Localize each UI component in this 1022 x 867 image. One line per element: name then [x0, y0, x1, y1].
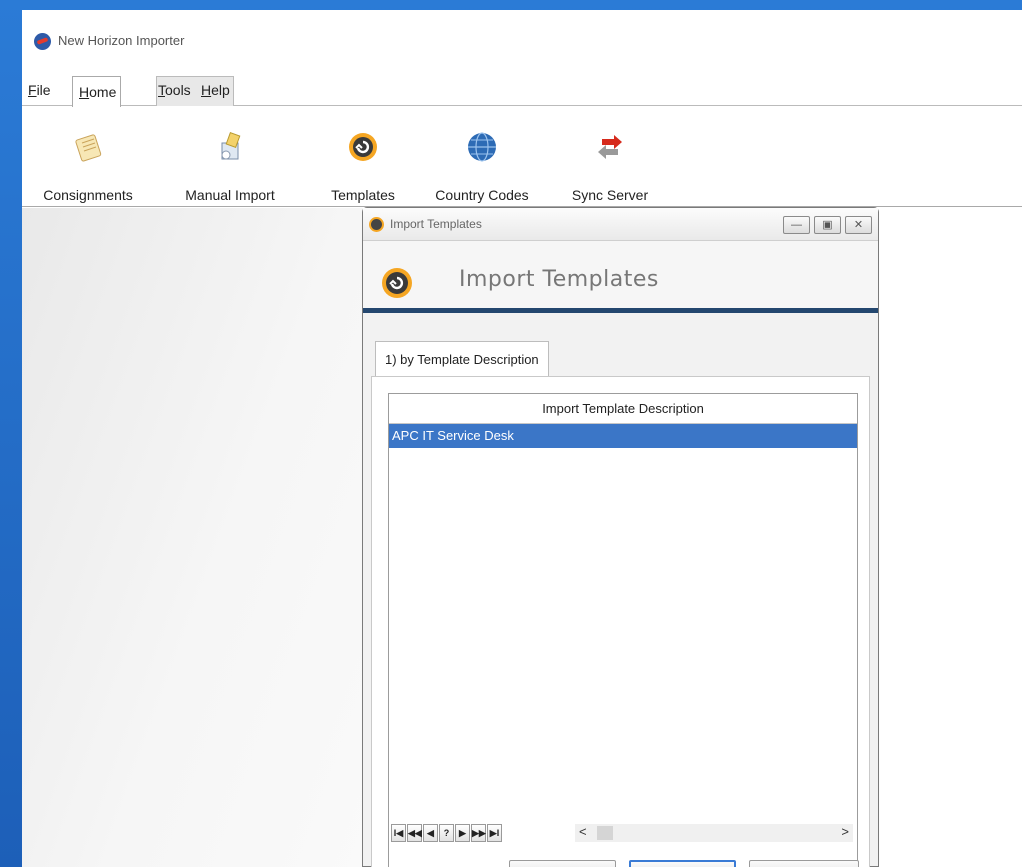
record-navigator: I◀ ◀◀ ◀ ? ▶ ▶▶ ▶I	[391, 824, 503, 844]
left-navigation-pane	[22, 208, 382, 867]
templates-label: Templates	[331, 187, 395, 203]
globe-icon	[468, 132, 496, 162]
close-button[interactable]: ✕	[845, 216, 872, 234]
horizontal-scrollbar[interactable]: < >	[575, 824, 853, 842]
new-button[interactable]	[509, 860, 616, 867]
title-bar: New Horizon Importer	[22, 10, 1022, 72]
consignments-label: Consignments	[43, 187, 133, 203]
restore-button[interactable]: ▣	[814, 216, 841, 234]
scroll-thumb[interactable]	[597, 826, 613, 840]
minimize-button[interactable]: —	[783, 216, 810, 234]
sync-server-label: Sync Server	[571, 187, 649, 203]
manual-import-button[interactable]: Manual Import	[168, 107, 292, 207]
templates-grid: Import Template Description APC IT Servi…	[388, 393, 858, 867]
table-row[interactable]: APC IT Service Desk	[389, 424, 857, 448]
first-record-button[interactable]: I◀	[391, 824, 406, 842]
app-logo-icon	[34, 33, 51, 50]
dialog-title-bar[interactable]: Import Templates — ▣ ✕	[363, 208, 878, 241]
menu-file-rest: ile	[36, 82, 51, 98]
notepad-icon	[75, 134, 102, 162]
dialog-header: Import Templates	[363, 241, 878, 313]
tab-panel: Import Template Description APC IT Servi…	[371, 376, 870, 867]
window-controls: — ▣ ✕	[783, 216, 872, 234]
ribbon-toolbar: Consignments Manual Import Templates Cou…	[22, 107, 1022, 207]
menu-help[interactable]: Help	[201, 82, 230, 98]
column-header-description[interactable]: Import Template Description	[389, 394, 857, 424]
record-info-button[interactable]: ?	[439, 824, 454, 842]
template-icon	[382, 268, 412, 298]
import-box-icon	[221, 132, 241, 160]
next-record-button[interactable]: ▶	[455, 824, 470, 842]
previous-page-button[interactable]: ◀◀	[407, 824, 422, 842]
tab-by-template-description[interactable]: 1) by Template Description	[375, 341, 549, 377]
dialog-window-title: Import Templates	[390, 217, 482, 231]
previous-record-button[interactable]: ◀	[423, 824, 438, 842]
dialog-header-title: Import Templates	[459, 267, 659, 292]
menu-help-rest: elp	[211, 82, 230, 98]
sync-arrows-icon	[598, 135, 622, 159]
menu-home-rest: ome	[89, 84, 117, 100]
menu-tools-rest: ools	[165, 82, 191, 98]
select-button[interactable]	[629, 860, 736, 867]
last-record-button[interactable]: ▶I	[487, 824, 502, 842]
import-templates-dialog: Import Templates — ▣ ✕ Import Templates …	[362, 207, 879, 867]
menu-tools[interactable]: Tools	[158, 82, 191, 98]
template-icon	[369, 216, 384, 232]
templates-button[interactable]: Templates	[318, 107, 408, 207]
scroll-right-icon[interactable]: >	[841, 824, 849, 839]
country-codes-label: Country Codes	[435, 187, 529, 203]
app-title: New Horizon Importer	[58, 33, 185, 48]
next-page-button[interactable]: ▶▶	[471, 824, 486, 842]
menu-home[interactable]: Home	[72, 76, 122, 107]
country-codes-button[interactable]: Country Codes	[424, 107, 540, 207]
cancel-button[interactable]	[749, 860, 859, 867]
sync-server-button[interactable]: Sync Server	[558, 107, 662, 207]
consignments-button[interactable]: Consignments	[32, 107, 144, 207]
menu-file[interactable]: File	[28, 82, 51, 98]
scroll-left-icon[interactable]: <	[579, 824, 587, 839]
menu-bar: File Home Tools Help	[22, 72, 1022, 107]
manual-import-label: Manual Import	[185, 187, 275, 203]
template-icon	[349, 133, 377, 161]
